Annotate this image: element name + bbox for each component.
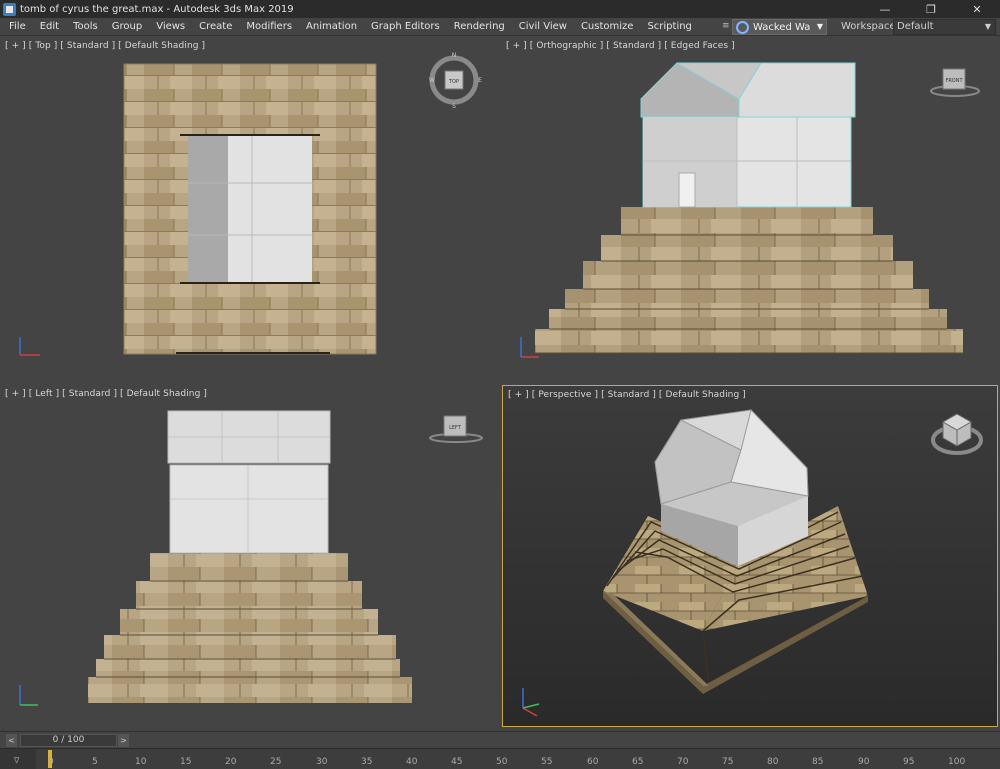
- viewcube-left[interactable]: LEFT: [428, 413, 484, 445]
- close-button[interactable]: ✕: [954, 0, 1000, 18]
- track-tick: 60: [587, 757, 599, 767]
- menu-civil-view[interactable]: Civil View: [512, 21, 574, 32]
- track-tick: 5: [92, 757, 98, 767]
- viewcube-orthographic[interactable]: FRONT: [929, 65, 981, 99]
- track-tick: 15: [180, 757, 192, 767]
- menu-graph-editors[interactable]: Graph Editors: [364, 21, 447, 32]
- menu-overflow-icon[interactable]: ≡: [722, 21, 730, 31]
- menu-tools[interactable]: Tools: [66, 21, 105, 32]
- track-tick: 0: [48, 757, 54, 767]
- viewcube-top-face: TOP: [448, 79, 459, 85]
- maximize-button[interactable]: ❐: [908, 0, 954, 18]
- track-tick: 10: [135, 757, 147, 767]
- chevron-down-icon: ▼: [984, 22, 991, 31]
- window-title: tomb of cyrus the great.max - Autodesk 3…: [20, 3, 294, 15]
- track-tick: 20: [225, 757, 237, 767]
- menu-customize[interactable]: Customize: [574, 21, 641, 32]
- track-tick: 100: [948, 757, 966, 767]
- app-icon: [3, 2, 16, 16]
- viewcube-perspective[interactable]: [929, 408, 985, 460]
- track-tick: 55: [541, 757, 553, 767]
- time-slider-bar: < 0 / 100 >: [0, 731, 1000, 748]
- track-tick: 90: [858, 757, 870, 767]
- track-tick: 95: [903, 757, 915, 767]
- compass-south: S: [452, 103, 456, 110]
- viewport-left-label[interactable]: [ + ] [ Left ] [ Standard ] [ Default Sh…: [5, 389, 207, 399]
- track-tick: 85: [812, 757, 824, 767]
- top-view-model: [19, 63, 377, 356]
- next-frame-button[interactable]: >: [118, 734, 129, 747]
- track-bar-corner: ∇: [0, 749, 36, 769]
- workspaces-select[interactable]: Default ▼: [893, 19, 996, 35]
- track-tick: 70: [677, 757, 689, 767]
- menu-edit[interactable]: Edit: [33, 21, 66, 32]
- workspaces-value: Default: [897, 21, 934, 32]
- menu-scripting[interactable]: Scripting: [640, 21, 698, 32]
- viewport-top[interactable]: [ + ] [ Top ] [ Standard ] [ Default Sha…: [0, 37, 499, 380]
- viewport-perspective-label[interactable]: [ + ] [ Perspective ] [ Standard ] [ Def…: [508, 390, 746, 400]
- track-tick: 65: [632, 757, 644, 767]
- track-tick: 80: [767, 757, 779, 767]
- track-tick: 45: [451, 757, 463, 767]
- track-tick: 40: [406, 757, 418, 767]
- track-bar[interactable]: ∇ 0 5 10 15 20 25 30 35 40 45 50 55 60 6…: [0, 748, 1000, 769]
- compass-viewcube[interactable]: TOP N S E W: [428, 50, 484, 110]
- time-slider[interactable]: 0 / 100: [20, 734, 117, 747]
- user-account-dropdown[interactable]: Wacked Wa ▼: [732, 19, 827, 35]
- track-tick: 25: [270, 757, 282, 767]
- track-tick: 30: [316, 757, 328, 767]
- compass-west: W: [429, 77, 435, 84]
- compass-north: N: [452, 52, 457, 59]
- menu-animation[interactable]: Animation: [299, 21, 364, 32]
- menu-create[interactable]: Create: [192, 21, 239, 32]
- viewport-top-label[interactable]: [ + ] [ Top ] [ Standard ] [ Default Sha…: [5, 41, 205, 51]
- viewport-orthographic-label[interactable]: [ + ] [ Orthographic ] [ Standard ] [ Ed…: [506, 41, 735, 51]
- viewport-left[interactable]: [ + ] [ Left ] [ Standard ] [ Default Sh…: [0, 385, 499, 727]
- menu-group[interactable]: Group: [105, 21, 149, 32]
- menu-file[interactable]: File: [0, 21, 33, 32]
- viewport-orthographic[interactable]: [ + ] [ Orthographic ] [ Standard ] [ Ed…: [501, 37, 1000, 380]
- menu-rendering[interactable]: Rendering: [447, 21, 512, 32]
- chevron-down-icon: ▼: [816, 22, 823, 31]
- orthographic-view-model: [520, 62, 963, 358]
- compass-east: E: [478, 77, 482, 84]
- perspective-view-model: [503, 386, 997, 726]
- left-view-model: [19, 410, 412, 706]
- user-name: Wacked Wa: [753, 21, 811, 33]
- menu-modifiers[interactable]: Modifiers: [239, 21, 299, 32]
- viewport-perspective[interactable]: [ + ] [ Perspective ] [ Standard ] [ Def…: [502, 385, 998, 727]
- viewcube-front-face: FRONT: [945, 78, 963, 84]
- track-tick: 35: [361, 757, 373, 767]
- menu-bar: File Edit Tools Group Views Create Modif…: [0, 18, 1000, 36]
- menu-views[interactable]: Views: [149, 21, 192, 32]
- title-bar: tomb of cyrus the great.max - Autodesk 3…: [0, 0, 1000, 18]
- minimize-button[interactable]: —: [862, 0, 908, 18]
- person-icon: [736, 20, 749, 34]
- track-tick: 75: [722, 757, 734, 767]
- track-tick: 50: [496, 757, 508, 767]
- viewcube-left-face: LEFT: [449, 425, 462, 431]
- previous-frame-button[interactable]: <: [6, 734, 17, 747]
